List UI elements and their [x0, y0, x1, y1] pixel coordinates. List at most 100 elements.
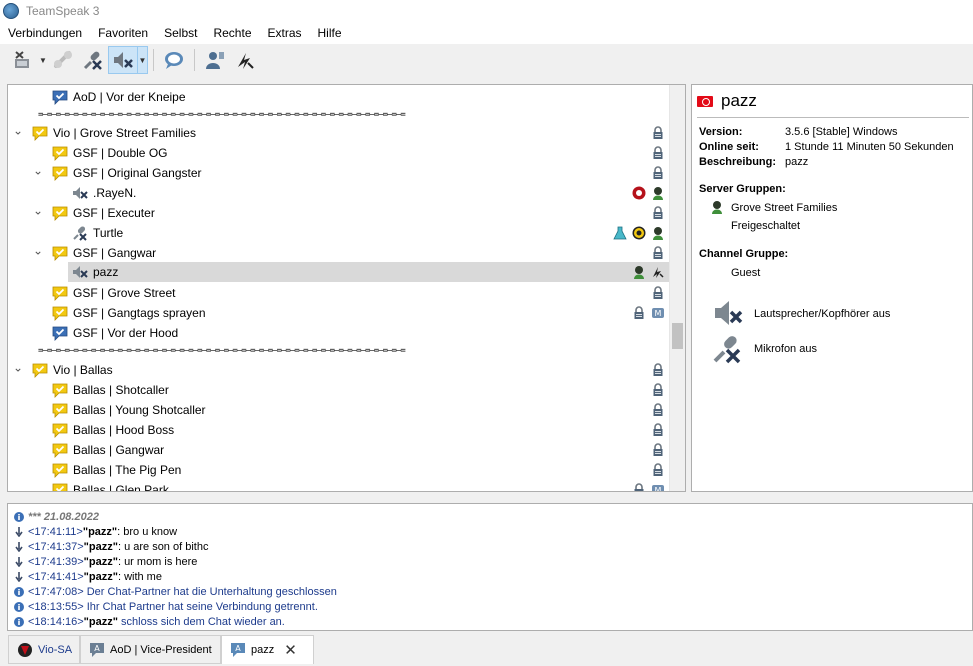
version-label: Version:	[699, 126, 743, 138]
server-groups-heading: Server Gruppen:	[699, 183, 786, 195]
lock-icon	[651, 383, 665, 397]
away-button[interactable]	[230, 46, 260, 74]
toolbar: ▼ ▼	[0, 44, 973, 76]
close-icon[interactable]: ✕	[284, 641, 297, 659]
channel-row[interactable]: GSF | Gangtags sprayen M	[8, 303, 670, 323]
toolbar-separator	[153, 49, 154, 71]
chat-message: Ihr Chat Partner hat seine Verbindung ge…	[83, 600, 318, 613]
channel-row[interactable]: Ballas | Shotcaller	[8, 380, 670, 400]
tree-scrollbar[interactable]	[669, 85, 685, 491]
spacer-channel[interactable]: =—=—=—=—=—=—=—=—=—=—=—=—=—=—=—=—=—=—=—=—…	[38, 347, 662, 355]
tab-pazz[interactable]: A pazz ✕	[221, 635, 314, 664]
channel-open-icon	[52, 89, 68, 105]
lock-icon	[651, 363, 665, 377]
chat-button[interactable]	[159, 46, 189, 74]
lock-icon	[651, 286, 665, 300]
tab-vio-sa[interactable]: Vio-SA	[8, 635, 80, 664]
svg-text:M: M	[655, 309, 662, 318]
client-row[interactable]: pazz	[68, 262, 670, 282]
mute-speakers-dropdown[interactable]: ▼	[138, 46, 148, 74]
chat-message: : u are son of bithc	[117, 540, 209, 553]
channel-full-icon	[52, 422, 68, 438]
tab-aod-vice-president[interactable]: A AoD | Vice-President	[80, 635, 221, 664]
incoming-arrow-icon	[15, 571, 23, 582]
server-group-1: Grove Street Families	[731, 202, 838, 214]
channel-name: Ballas | Hood Boss	[73, 423, 175, 437]
scrollbar-thumb[interactable]	[672, 323, 683, 349]
chat-nickname[interactable]: "pazz"	[84, 541, 118, 553]
expand-arrow-icon[interactable]: ⌄	[31, 164, 45, 178]
mute-speakers-button[interactable]	[108, 46, 138, 74]
country-flag-icon	[697, 95, 713, 107]
channel-name: GSF | Grove Street	[73, 286, 176, 300]
channel-group-heading: Channel Gruppe:	[699, 248, 789, 260]
client-row[interactable]: .RayeN.	[8, 183, 670, 203]
channel-full-icon	[52, 462, 68, 478]
channel-row[interactable]: ⌄ GSF | Original Gangster	[8, 163, 670, 183]
channel-name: Ballas | Glen Park	[73, 483, 169, 492]
channel-row[interactable]: ⌄ GSF | Executer	[8, 203, 670, 223]
channel-row[interactable]: ⌄ Vio | Grove Street Families	[8, 123, 670, 143]
menu-favoriten[interactable]: Favoriten	[90, 22, 156, 44]
channel-name: Ballas | Young Shotcaller	[73, 403, 206, 417]
connect-button[interactable]	[48, 46, 78, 74]
tab-label: pazz	[251, 644, 275, 656]
contacts-icon	[206, 52, 224, 69]
chat-log[interactable]: *** 21.08.2022 <17:41:11> "pazz": bro u …	[7, 503, 973, 631]
expand-arrow-icon[interactable]: ⌄	[31, 244, 45, 258]
chat-date: *** 21.08.2022	[28, 510, 99, 523]
mute-speakers-icon	[114, 52, 133, 68]
chat-nickname[interactable]: "pazz"	[83, 526, 117, 538]
channel-row[interactable]: Ballas | Glen Park M	[8, 480, 670, 492]
expand-arrow-icon[interactable]: ⌄	[11, 124, 25, 138]
menu-hilfe[interactable]: Hilfe	[310, 22, 350, 44]
menu-rechte[interactable]: Rechte	[205, 22, 259, 44]
channel-full-icon	[52, 205, 68, 221]
channel-row[interactable]: Ballas | Hood Boss	[8, 420, 670, 440]
channel-row[interactable]: Ballas | The Pig Pen	[8, 460, 670, 480]
chat-message: : bro u know	[117, 525, 178, 538]
menu-verbindungen[interactable]: Verbindungen	[0, 22, 90, 44]
channel-full-icon	[52, 285, 68, 301]
channel-row[interactable]: AoD | Vor der Kneipe	[8, 87, 670, 107]
channel-full-icon	[52, 145, 68, 161]
chat-nickname[interactable]: "pazz"	[84, 556, 118, 568]
chat-line: <17:41:11> "pazz": bro u know	[14, 524, 177, 539]
channel-row[interactable]: Ballas | Gangwar	[8, 440, 670, 460]
expand-arrow-icon[interactable]: ⌄	[31, 204, 45, 218]
channel-full-icon	[32, 125, 48, 141]
microphone-muted-icon	[72, 225, 88, 241]
expand-arrow-icon[interactable]: ⌄	[11, 361, 25, 375]
spacer-channel[interactable]: =—=—=—=—=—=—=—=—=—=—=—=—=—=—=—=—=—=—=—=—…	[38, 111, 662, 119]
disconnect-button[interactable]	[8, 46, 38, 74]
speaker-muted-icon	[72, 185, 88, 201]
lock-icon	[632, 306, 646, 320]
info-icon	[14, 586, 24, 597]
speaker-muted-icon	[715, 301, 743, 325]
window-title: TeamSpeak 3	[26, 4, 100, 18]
chat-nickname[interactable]: "pazz"	[84, 571, 118, 583]
chat-line: <17:41:41> "pazz": with me	[14, 569, 162, 584]
channel-row[interactable]: GSF | Double OG	[8, 143, 670, 163]
toolbar-separator	[194, 49, 195, 71]
menu-extras[interactable]: Extras	[260, 22, 310, 44]
mute-microphone-button[interactable]	[78, 46, 108, 74]
channel-row[interactable]: ⌄ Vio | Ballas	[8, 360, 670, 380]
channel-row[interactable]: GSF | Vor der Hood	[8, 323, 670, 343]
client-row[interactable]: Turtle	[8, 223, 670, 243]
chat-message: : with me	[117, 570, 162, 583]
info-icon	[14, 511, 24, 522]
info-nickname: pazz	[721, 91, 757, 110]
contacts-button[interactable]	[200, 46, 230, 74]
channel-row[interactable]: GSF | Grove Street	[8, 283, 670, 303]
channel-row[interactable]: ⌄ GSF | Gangwar	[8, 243, 670, 263]
disconnect-dropdown[interactable]: ▼	[38, 46, 48, 74]
channel-open-icon	[52, 325, 68, 341]
channel-row[interactable]: Ballas | Young Shotcaller	[8, 400, 670, 420]
menu-selbst[interactable]: Selbst	[156, 22, 205, 44]
incoming-arrow-icon	[15, 556, 23, 567]
lock-icon	[651, 146, 665, 160]
server-group-2: Freigeschaltet	[731, 220, 801, 232]
chat-nickname[interactable]: "pazz"	[84, 616, 118, 628]
disconnect-icon	[15, 51, 29, 68]
